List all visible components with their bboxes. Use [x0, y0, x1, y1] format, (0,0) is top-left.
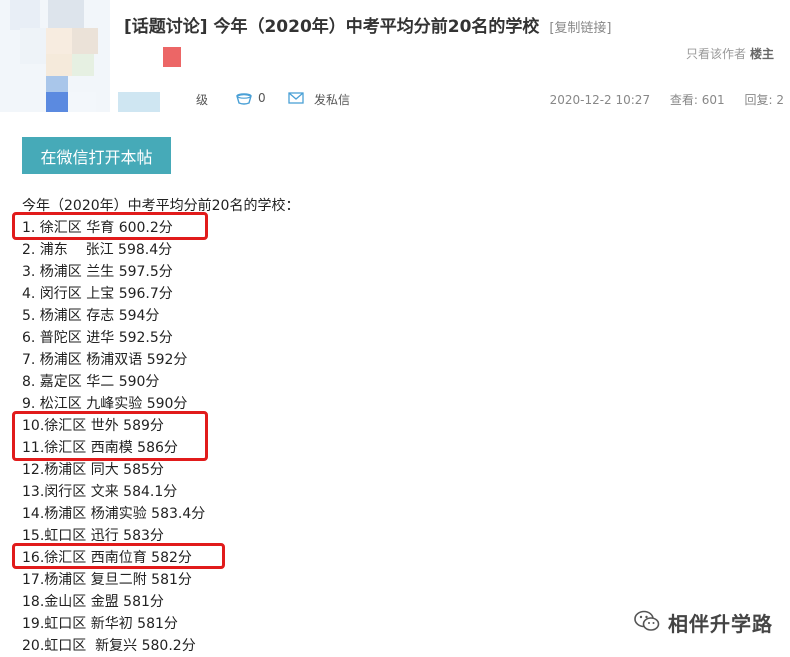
louzhu-label: 楼主 [749, 47, 774, 61]
list-item: 17.杨浦区 复旦二附 581分 [22, 572, 192, 588]
list-item: 4. 闵行区 上宝 596.7分 [22, 286, 173, 302]
copy-link-button[interactable]: [复制链接] [549, 21, 611, 36]
list-item: 5. 杨浦区 存志 594分 [22, 308, 160, 324]
post-title-text: [话题讨论] 今年（2020年）中考平均分前20名的学校 [124, 17, 540, 37]
list-item: 18.金山区 金盟 581分 [22, 594, 164, 610]
list-item: 7. 杨浦区 杨浦双语 592分 [22, 352, 188, 368]
post-title: [话题讨论] 今年（2020年）中考平均分前20名的学校 [复制链接] [124, 12, 612, 37]
post-date: 2020-12-2 10:27 [549, 93, 651, 107]
list-item: 6. 普陀区 进华 592.5分 [22, 330, 173, 346]
watermark: 相伴升学路 [634, 608, 773, 637]
highlight-box [12, 543, 225, 569]
watermark-text: 相伴升学路 [668, 612, 773, 636]
list-item: 14.杨浦区 杨浦实验 583.4分 [22, 506, 206, 522]
send-message-link[interactable]: 发私信 [314, 91, 350, 108]
post-meta: 级 0 发私信 2020-12-2 10:27 查看: 601 回复: 2 [0, 86, 790, 112]
open-in-wechat-button[interactable]: 在微信打开本帖 [22, 137, 171, 174]
reply-count: 回复: 2 [744, 93, 785, 107]
list-item: 3. 杨浦区 兰生 597.5分 [22, 264, 173, 280]
list-item: 20.虹口区 新复兴 580.2分 [22, 638, 196, 654]
view-count: 查看: 601 [669, 93, 725, 107]
list-item: 13.闵行区 文来 584.1分 [22, 484, 178, 500]
only-author-link[interactable]: 只看该作者 [686, 47, 746, 61]
coin-count: 0 [258, 91, 266, 105]
highlight-box [12, 411, 208, 461]
user-level: 级 [196, 93, 209, 107]
wechat-logo-icon [634, 610, 660, 636]
mail-icon[interactable] [288, 92, 304, 107]
user-level-badge [118, 92, 160, 112]
coin-icon [234, 90, 254, 109]
post-stats: 2020-12-2 10:27 查看: 601 回复: 2 [534, 91, 784, 108]
highlight-box [12, 212, 208, 240]
only-author-filter: 只看该作者 楼主 [686, 45, 774, 62]
user-badge [163, 47, 181, 67]
list-item: 19.虹口区 新华初 581分 [22, 616, 178, 632]
list-item: 2. 浦东 张江 598.4分 [22, 242, 173, 258]
list-item: 8. 嘉定区 华二 590分 [22, 374, 160, 390]
list-item: 12.杨浦区 同大 585分 [22, 462, 164, 478]
